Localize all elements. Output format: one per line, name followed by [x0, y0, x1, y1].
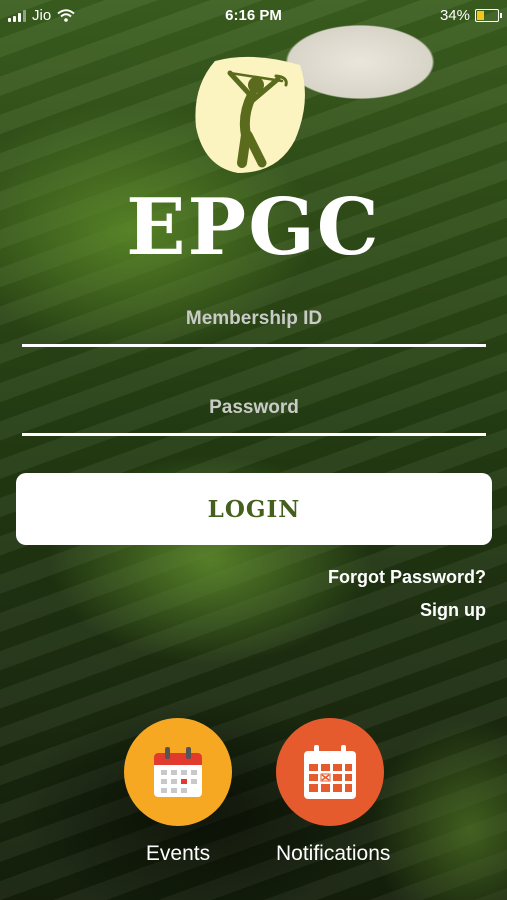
- background-shade: [0, 650, 507, 900]
- membership-id-input[interactable]: [22, 308, 486, 330]
- status-time: 6:16 PM: [225, 7, 282, 24]
- notifications-label[interactable]: Notifications: [276, 842, 390, 866]
- notifications-circle[interactable]: [276, 718, 384, 826]
- notifications-tile[interactable]: Notifications: [276, 718, 390, 866]
- membership-underline: [22, 344, 486, 347]
- membership-id-field[interactable]: [22, 308, 486, 347]
- password-underline: [22, 433, 486, 436]
- password-input[interactable]: [22, 397, 486, 419]
- golfer-icon: [195, 56, 305, 174]
- status-bar: Jio 6:16 PM 34%: [0, 0, 507, 30]
- forgot-password-link[interactable]: Forgot Password?: [328, 567, 486, 588]
- sign-up-link[interactable]: Sign up: [420, 600, 486, 621]
- password-field[interactable]: [22, 397, 486, 436]
- events-circle[interactable]: [124, 718, 232, 826]
- events-tile[interactable]: Events: [124, 718, 232, 866]
- calendar-icon: [154, 747, 202, 797]
- battery-icon: [475, 9, 502, 22]
- login-button[interactable]: LOGIN: [16, 473, 492, 545]
- calendar-cancel-icon: [304, 745, 356, 799]
- brand-title: EPGC: [126, 182, 381, 273]
- battery-percent: 34%: [439, 7, 470, 24]
- events-label[interactable]: Events: [124, 842, 232, 866]
